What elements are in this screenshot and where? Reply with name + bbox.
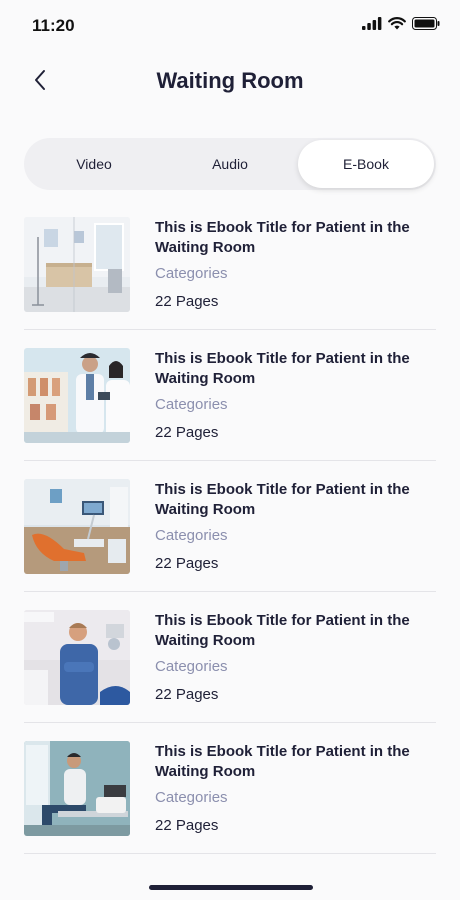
ebook-thumbnail bbox=[24, 348, 130, 443]
ebook-title: This is Ebook Title for Patient in the W… bbox=[155, 743, 410, 780]
ebook-list-item[interactable]: This is Ebook Title for Patient in the W… bbox=[24, 592, 436, 723]
ebook-list-item[interactable]: This is Ebook Title for Patient in the W… bbox=[24, 461, 436, 592]
status-bar: 11:20 bbox=[0, 0, 460, 52]
header: Waiting Room bbox=[0, 60, 460, 104]
ebook-category: Categories bbox=[155, 789, 228, 806]
wifi-icon bbox=[388, 17, 406, 35]
ebook-thumbnail bbox=[24, 217, 130, 312]
ebook-title: This is Ebook Title for Patient in the W… bbox=[155, 350, 410, 387]
ebook-page-count: 22 Pages bbox=[155, 686, 219, 703]
ebook-list-item[interactable]: This is Ebook Title for Patient in the W… bbox=[24, 330, 436, 461]
ebook-thumbnail bbox=[24, 741, 130, 836]
battery-icon bbox=[412, 17, 440, 35]
ebook-title: This is Ebook Title for Patient in the W… bbox=[155, 481, 410, 518]
ebook-thumbnail bbox=[24, 479, 130, 574]
ebook-title: This is Ebook Title for Patient in the W… bbox=[155, 612, 410, 649]
ebook-page-count: 22 Pages bbox=[155, 555, 219, 572]
tab-ebook[interactable]: E-Book bbox=[298, 140, 434, 188]
status-time: 11:20 bbox=[32, 16, 75, 35]
ebook-page-count: 22 Pages bbox=[155, 817, 219, 834]
ebook-category: Categories bbox=[155, 527, 228, 544]
ebook-category: Categories bbox=[155, 265, 228, 282]
ebook-category: Categories bbox=[155, 396, 228, 413]
ebook-thumbnail bbox=[24, 610, 130, 705]
page-title: Waiting Room bbox=[156, 68, 304, 93]
ebook-category: Categories bbox=[155, 658, 228, 675]
ebook-list: This is Ebook Title for Patient in the W… bbox=[24, 199, 436, 854]
tab-video[interactable]: Video bbox=[26, 138, 162, 190]
cellular-signal-icon bbox=[362, 17, 382, 35]
tab-audio[interactable]: Audio bbox=[162, 138, 298, 190]
ebook-page-count: 22 Pages bbox=[155, 424, 219, 441]
status-icons bbox=[362, 17, 440, 35]
ebook-list-item[interactable]: This is Ebook Title for Patient in the W… bbox=[24, 199, 436, 330]
ebook-list-item[interactable]: This is Ebook Title for Patient in the W… bbox=[24, 723, 436, 854]
home-indicator[interactable] bbox=[149, 885, 313, 890]
media-type-tabs: Video Audio E-Book bbox=[24, 138, 436, 190]
ebook-title: This is Ebook Title for Patient in the W… bbox=[155, 219, 410, 256]
ebook-page-count: 22 Pages bbox=[155, 293, 219, 310]
